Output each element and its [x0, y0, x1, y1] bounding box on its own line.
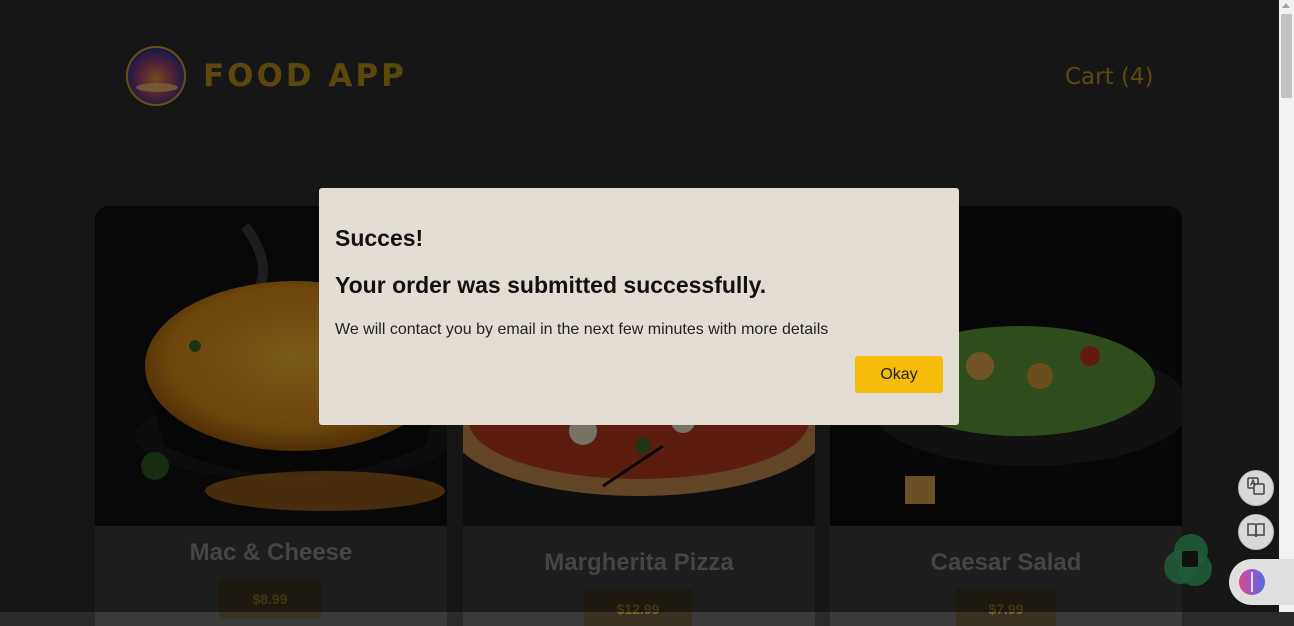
scrollbar-thumb[interactable] — [1281, 14, 1292, 98]
stop-icon — [1182, 551, 1198, 567]
reader-mode-button[interactable] — [1238, 514, 1274, 550]
scrollbar[interactable] — [1279, 0, 1294, 612]
dialog-subtitle: Your order was submitted successfully. — [335, 272, 767, 298]
brain-icon — [1239, 569, 1265, 595]
success-dialog: Succes! Your order was submitted success… — [319, 188, 959, 425]
dialog-message: We will contact you by email in the next… — [335, 321, 829, 338]
translate-button[interactable] — [1238, 470, 1274, 506]
assistant-widget[interactable] — [1164, 534, 1216, 586]
ai-assistant-tab[interactable] — [1229, 559, 1294, 605]
reader-mode-icon — [1247, 522, 1265, 543]
translate-icon — [1247, 476, 1265, 500]
dialog-title: Succes! — [335, 225, 424, 251]
okay-button[interactable]: Okay — [855, 356, 943, 393]
scroll-up-icon[interactable] — [1282, 3, 1290, 8]
